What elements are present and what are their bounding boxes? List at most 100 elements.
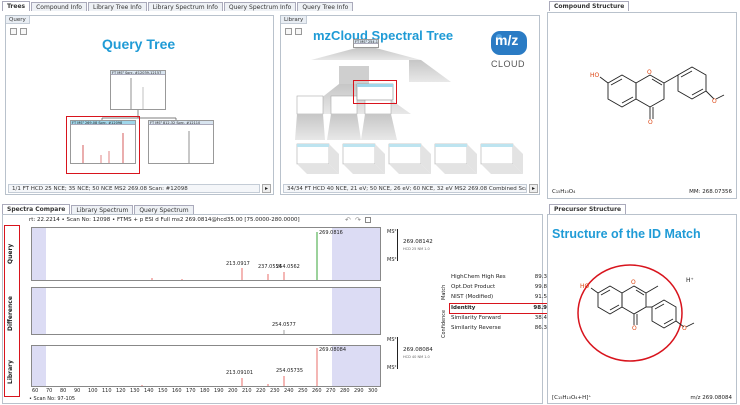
ms-arrow [397, 229, 398, 261]
tab-compound-structure[interactable]: Compound Structure [549, 1, 630, 11]
x-tick-label: 240 [284, 388, 294, 394]
query-spectrum-plot[interactable]: 213.0917 237.0554 254.0562 269.0816 [31, 227, 381, 281]
match-row: Opt.Dot Product 99.8 [451, 283, 547, 292]
peak-label: 269.08084 [319, 347, 347, 353]
redo-icon[interactable]: ↷ [355, 216, 361, 224]
match-name: Similarity Reverse [451, 325, 501, 331]
match-name: Opt.Dot Product [451, 284, 496, 290]
tab-query-tree-info[interactable]: Query Tree Info [297, 2, 354, 11]
x-tick-label: 90 [74, 388, 81, 394]
library-tree-root[interactable]: FT MS¹ 254.1 3 3 [353, 39, 379, 48]
compound-structure-panel: HO O O O C₁₅H₁₀O₄ MM: 268.07356 [547, 12, 737, 199]
x-axis: 60 70 80 90 100 110 120 130 140 150 160 170 180 190 20… [31, 388, 381, 395]
right-value-library: 269.08084 [403, 347, 433, 353]
compound-formula: C₁₅H₁₀O₄ [552, 189, 576, 195]
x-tick-label: 140 [144, 388, 154, 394]
x-tick-label: 280 [340, 388, 350, 394]
library-spectrum-plot[interactable]: 213.09101 254.05735 269.08084 [31, 345, 381, 387]
node-spectrum-thumb [188, 131, 190, 163]
tab-library-spectrum[interactable]: Library Spectrum [71, 205, 134, 214]
compound-molecule [599, 66, 725, 119]
proton-label: H⁺ [686, 277, 694, 284]
ms-level-bottom: MS² [387, 257, 397, 263]
query-status-bar: 1/1 FT HCD 25 NCE; 35 NCE; 50 NCE MS2 26… [8, 184, 260, 193]
peak-label: 213.0917 [226, 261, 250, 267]
query-panel: Query Query Tree FT MS² Sorc. #12039-121… [5, 15, 274, 195]
tab-precursor-structure[interactable]: Precursor Structure [549, 204, 627, 214]
spectra-tabbar: Spectra Compare Library Spectrum Query S… [2, 204, 195, 214]
ms-level-lib-bottom: MS² [387, 365, 397, 371]
right-value-query: 269.08142 [403, 239, 433, 245]
spectrum-header: rt: 22.2214 • Scan No: 12098 • FTMS + p … [29, 217, 300, 223]
difference-spectrum-plot[interactable]: 254.0577 [31, 287, 381, 335]
node-header: FT MS¹ 254.1 3 3 [354, 40, 378, 44]
tab-trees[interactable]: Trees [2, 1, 31, 11]
tab-spectra-compare[interactable]: Spectra Compare [2, 204, 71, 214]
x-tick-label: 210 [242, 388, 252, 394]
x-tick-label: 110 [102, 388, 112, 394]
ms-level-lib-top: MS² [387, 337, 397, 343]
x-tick-label: 270 [326, 388, 336, 394]
x-tick-label: 260 [312, 388, 322, 394]
precursor-tabbar: Precursor Structure [549, 204, 627, 214]
tab-compound-info[interactable]: Compound Info [31, 2, 87, 11]
match-name: NIST (Modified) [451, 294, 494, 300]
undo-icon[interactable]: ↶ [345, 216, 351, 224]
library-tree-graph [295, 48, 523, 174]
tree-node-812[interactable]: FT MS² 812.32 Sorc. #12110 [148, 120, 214, 164]
x-tick-label: 190 [214, 388, 224, 394]
atom-o-ring: O [647, 69, 652, 76]
match-value: 89.3 [534, 274, 547, 280]
x-tick-label: 60 [32, 388, 39, 394]
scan-number: • Scan No: 97-105 [29, 396, 76, 402]
atom-ho: HO [580, 283, 590, 290]
ms-level-top: MS² [387, 229, 397, 235]
row-label-difference: Difference [7, 296, 14, 332]
peak-label: 213.09101 [226, 370, 254, 376]
x-tick-label: 180 [200, 388, 210, 394]
x-tick-label: 250 [298, 388, 308, 394]
tab-library-spectrum-info[interactable]: Library Spectrum Info [147, 2, 223, 11]
precursor-formula: [C₁₅H₁₀O₄+H]⁺ [552, 395, 592, 401]
x-tick-label: 300 [368, 388, 378, 394]
scroll-right-button[interactable]: ▸ [529, 184, 538, 193]
copy-icon[interactable] [365, 217, 371, 223]
match-group-label: Match [441, 284, 447, 300]
match-row: NIST (Modified) 91.5 [451, 293, 547, 302]
match-row: Similarity Reverse 86.3 [451, 324, 547, 333]
atom-o-ring: O [631, 279, 636, 286]
tab-library-tree-info[interactable]: Library Tree Info [87, 2, 147, 11]
library-status-bar: 34/34 FT HCD 40 NCE, 21 eV; 50 NCE, 26 e… [283, 184, 527, 193]
precursor-mass: m/z 269.08084 [690, 395, 732, 401]
match-row: HighChem High Res 89.3 [451, 273, 547, 282]
match-row: Similarity Forward 38.4 [451, 314, 547, 323]
x-tick-label: 120 [116, 388, 126, 394]
atom-o-keto: O [648, 119, 653, 126]
atom-ho: HO [590, 72, 600, 79]
ms-arrow [397, 337, 398, 369]
tree-connectors [101, 110, 177, 120]
top-tabbar: Trees Compound Info Library Tree Info Li… [2, 1, 354, 11]
precursor-molecule [577, 264, 695, 362]
row-label-library: Library [7, 359, 14, 385]
match-name: Similarity Forward [451, 315, 501, 321]
difference-peaks [283, 330, 285, 334]
x-tick-label: 80 [60, 388, 67, 394]
peak-label: 254.05735 [276, 368, 304, 374]
query-selection-highlight [66, 116, 140, 174]
match-value: 99.8 [534, 284, 547, 290]
identity-highlight [449, 303, 549, 314]
scroll-right-button[interactable]: ▸ [262, 184, 271, 193]
x-tick-label: 220 [256, 388, 266, 394]
tab-query-spectrum[interactable]: Query Spectrum [134, 205, 194, 214]
spectra-compare-panel: rt: 22.2214 • Scan No: 12098 • FTMS + p … [2, 214, 549, 404]
tab-query-spectrum-info[interactable]: Query Spectrum Info [223, 2, 297, 11]
x-tick-label: 130 [130, 388, 140, 394]
x-tick-label: 230 [270, 388, 280, 394]
x-tick-label: 150 [158, 388, 168, 394]
right-sub-query: HCD 25 NM 1.0 [403, 247, 430, 251]
x-tick-label: 160 [172, 388, 182, 394]
match-value: 91.5 [534, 294, 547, 300]
peak-label: 269.0816 [319, 230, 343, 236]
peak-label: 254.0577 [272, 322, 296, 328]
